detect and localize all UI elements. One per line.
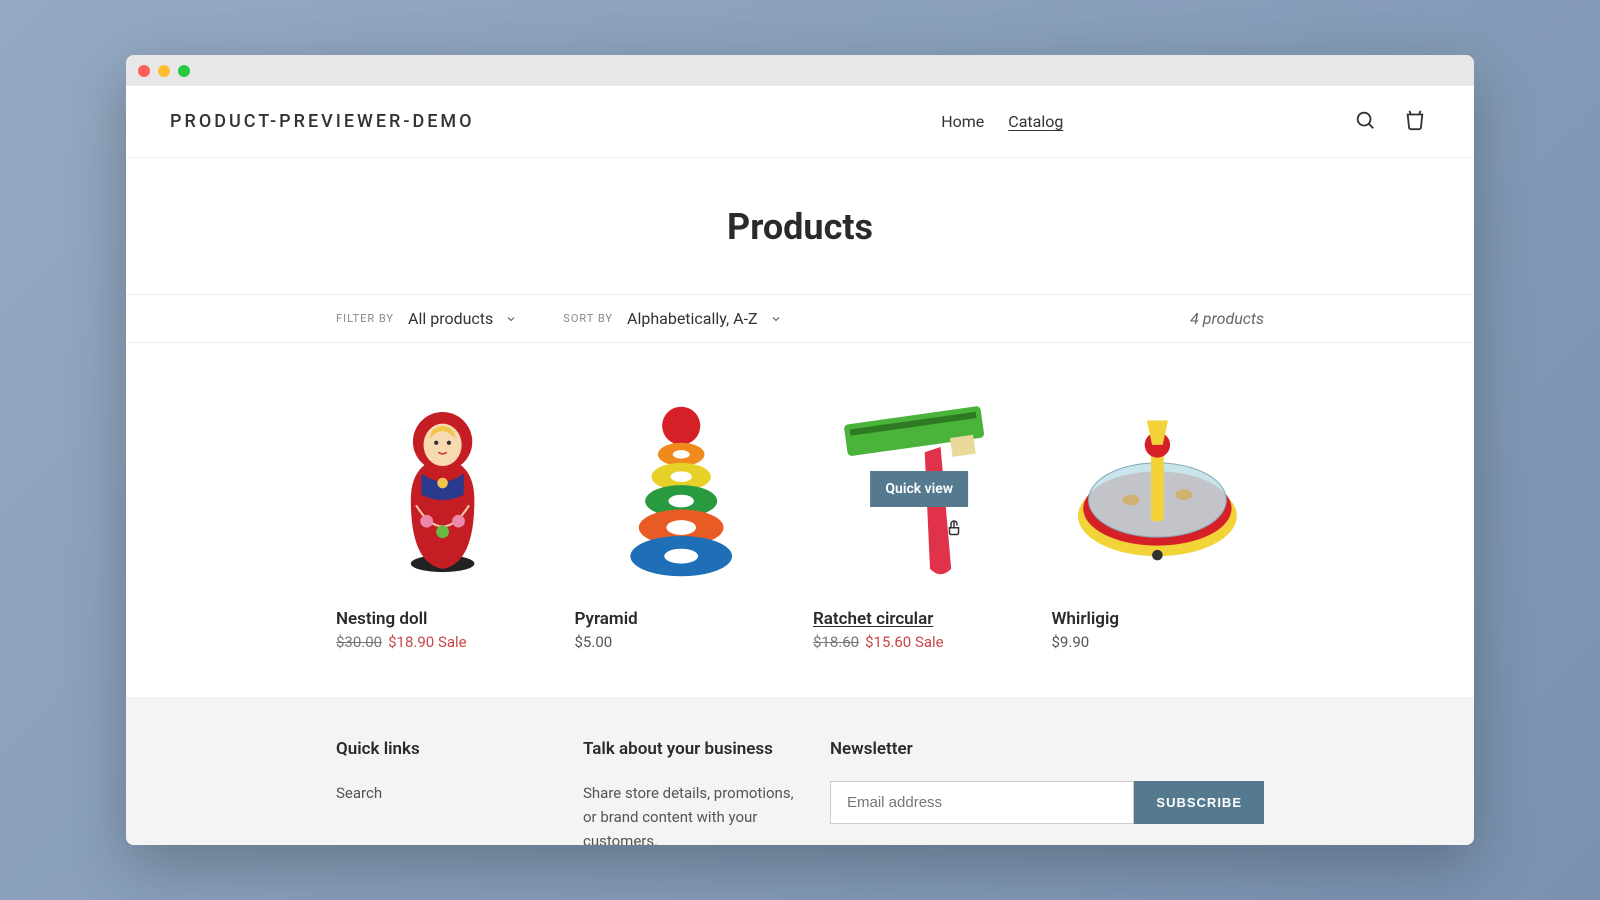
footer-about-text: Share store details, promotions, or bran… bbox=[583, 781, 800, 845]
product-grid: Nesting doll $30.00$18.90 Sale bbox=[126, 343, 1474, 697]
quick-view-button[interactable]: Quick view bbox=[870, 471, 968, 507]
email-field[interactable] bbox=[830, 781, 1134, 824]
chevron-down-icon bbox=[770, 313, 782, 325]
site-footer: Quick links Search Talk about your busin… bbox=[126, 697, 1474, 845]
subscribe-button[interactable]: SUBSCRIBE bbox=[1134, 781, 1264, 824]
cart-icon[interactable] bbox=[1400, 105, 1430, 138]
product-image bbox=[336, 383, 549, 595]
filter-bar: FILTER BY All products SORT BY Alphabeti… bbox=[126, 294, 1474, 343]
search-icon[interactable] bbox=[1350, 105, 1380, 138]
product-price: $5.00 bbox=[575, 633, 788, 651]
product-card[interactable]: Nesting doll $30.00$18.90 Sale bbox=[336, 383, 549, 651]
nav-home[interactable]: Home bbox=[941, 112, 984, 131]
maximize-window-button[interactable] bbox=[178, 65, 190, 77]
product-image: Quick view bbox=[813, 383, 1026, 595]
nav-catalog[interactable]: Catalog bbox=[1008, 112, 1063, 131]
page-title: Products bbox=[126, 158, 1474, 294]
product-card[interactable]: Whirligig $9.90 bbox=[1052, 383, 1265, 651]
footer-heading: Quick links bbox=[336, 739, 553, 759]
product-name: Ratchet circular bbox=[813, 609, 1026, 629]
newsletter-form: SUBSCRIBE bbox=[830, 781, 1264, 824]
filter-by-label: FILTER BY bbox=[336, 312, 394, 325]
main-nav: Home Catalog bbox=[761, 112, 1063, 131]
footer-link-search[interactable]: Search bbox=[336, 784, 382, 802]
product-name: Pyramid bbox=[575, 609, 788, 629]
chevron-down-icon bbox=[505, 313, 517, 325]
product-name: Nesting doll bbox=[336, 609, 549, 629]
header-actions bbox=[1350, 105, 1430, 138]
product-name: Whirligig bbox=[1052, 609, 1265, 629]
sort-by-select[interactable]: Alphabetically, A-Z bbox=[627, 309, 782, 328]
product-card[interactable]: Pyramid $5.00 bbox=[575, 383, 788, 651]
titlebar bbox=[126, 55, 1474, 86]
product-price: $30.00$18.90 Sale bbox=[336, 633, 549, 651]
footer-quicklinks: Quick links Search bbox=[336, 739, 553, 845]
sort-by-label: SORT BY bbox=[563, 312, 613, 325]
cursor-icon bbox=[945, 517, 963, 542]
sort-by-group: SORT BY Alphabetically, A-Z bbox=[563, 309, 781, 328]
footer-about: Talk about your business Share store det… bbox=[583, 739, 800, 845]
page-content: PRODUCT-PREVIEWER-DEMO Home Catalog Prod… bbox=[126, 86, 1474, 845]
product-image bbox=[575, 383, 788, 595]
site-header: PRODUCT-PREVIEWER-DEMO Home Catalog bbox=[126, 86, 1474, 158]
footer-heading: Talk about your business bbox=[583, 739, 800, 759]
minimize-window-button[interactable] bbox=[158, 65, 170, 77]
product-price: $18.60$15.60 Sale bbox=[813, 633, 1026, 651]
product-image bbox=[1052, 383, 1265, 595]
filter-by-select[interactable]: All products bbox=[408, 309, 517, 328]
browser-window: PRODUCT-PREVIEWER-DEMO Home Catalog Prod… bbox=[126, 55, 1474, 845]
product-card[interactable]: Quick view Ratchet circular $18.60$15.60… bbox=[813, 383, 1026, 651]
site-logo[interactable]: PRODUCT-PREVIEWER-DEMO bbox=[170, 111, 475, 132]
product-count: 4 products bbox=[1190, 309, 1264, 328]
footer-heading: Newsletter bbox=[830, 739, 1264, 759]
filter-by-group: FILTER BY All products bbox=[336, 309, 517, 328]
footer-newsletter: Newsletter SUBSCRIBE bbox=[830, 739, 1264, 845]
product-price: $9.90 bbox=[1052, 633, 1265, 651]
close-window-button[interactable] bbox=[138, 65, 150, 77]
